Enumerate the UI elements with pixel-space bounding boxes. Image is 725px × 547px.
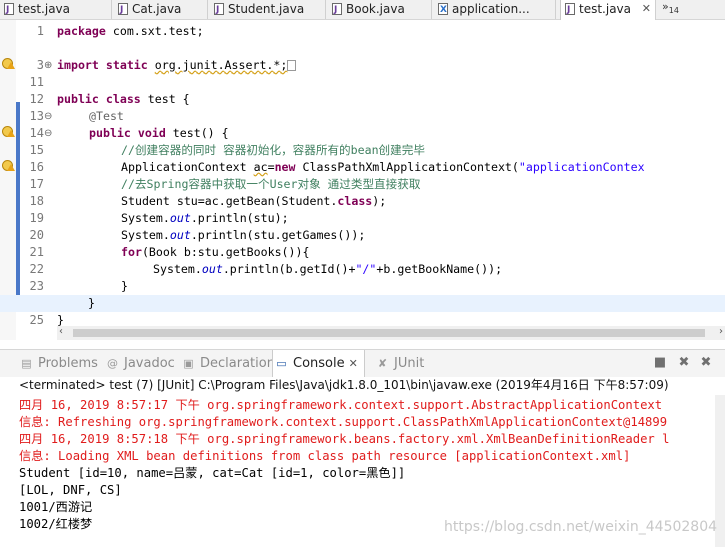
console-line: Student [id=10, name=吕蒙, cat=Cat [id=1, … — [19, 466, 406, 480]
expand-fold-icon[interactable]: ⊕ — [44, 57, 54, 74]
console-process-label: <terminated> test (7) [JUnit] C:\Program… — [19, 378, 669, 392]
junit-icon: ✘ — [377, 357, 388, 370]
code-line: for(Book b:stu.getBooks()){ — [121, 245, 310, 259]
java-file-icon — [4, 1, 14, 19]
javadoc-icon: @ — [107, 357, 118, 370]
code-line: package com.sxt.test; — [57, 24, 204, 38]
tab-book-java[interactable]: Book.java — [328, 0, 432, 19]
overflow-count: 14 — [668, 6, 679, 16]
tab-label: application... — [452, 2, 530, 16]
warning-icon — [2, 160, 15, 171]
editor-tab-bar: test.java Cat.java Student.java Book.jav… — [0, 0, 725, 20]
code-line: Student stu=ac.getBean(Student.class); — [121, 194, 387, 208]
tab-javadoc[interactable]: @ Javadoc — [104, 350, 175, 377]
line-number: 1 — [36, 24, 44, 38]
watermark: https://blog.csdn.net/weixin_44502804 — [444, 519, 718, 535]
tab-label: test.java — [18, 2, 71, 16]
current-code-line: } — [0, 295, 725, 312]
view-tab-bar: ▤ Problems @ Javadoc ▣ Declaration ▭ Console… — [0, 349, 725, 378]
code-line: ApplicationContext ac=new ClassPathXmlAp… — [121, 160, 645, 174]
tab-test-java-1[interactable]: test.java — [0, 0, 112, 19]
tab-declaration[interactable]: ▣ Declaration — [180, 350, 275, 377]
tab-cat-java[interactable]: Cat.java — [114, 0, 208, 19]
line-number: 20 — [29, 228, 44, 242]
code-line: System.out.println(stu.getGames()); — [121, 228, 366, 242]
tab-application-context[interactable]: application... — [434, 0, 556, 19]
chevron-double-right-icon: » — [662, 0, 669, 13]
code-line: public class test { — [57, 92, 190, 106]
code-editor[interactable]: 1 3 11 12 13 14 15 16 17 18 19 20 21 22 … — [0, 20, 725, 340]
line-number: 17 — [29, 177, 44, 191]
collapse-fold-icon[interactable]: ⊖ — [44, 125, 54, 142]
remove-all-launches-icon[interactable]: ✖ — [698, 355, 714, 371]
tab-label: Book.java — [346, 2, 405, 16]
annotation-ruler — [0, 20, 16, 340]
console-line: 信息: Loading XML bean definitions from cl… — [19, 449, 631, 463]
folded-code-box[interactable] — [287, 60, 297, 71]
line-number: 18 — [29, 194, 44, 208]
remove-launch-icon[interactable]: ✖ — [676, 355, 692, 371]
terminate-icon[interactable]: ■ — [652, 355, 668, 371]
code-line: System.out.println(b.getId()+"/"+b.getBo… — [153, 262, 503, 276]
tab-label: test.java — [579, 2, 632, 16]
line-number: 3 — [36, 58, 44, 72]
tab-student-java[interactable]: Student.java — [210, 0, 326, 19]
code-line: //去Spring容器中获取一个User对象 通过类型直接获取 — [121, 177, 421, 191]
console-icon: ▭ — [276, 357, 287, 370]
declaration-icon: ▣ — [183, 357, 194, 370]
tab-overflow-button[interactable]: »14 — [662, 0, 679, 15]
line-number: 12 — [29, 92, 44, 106]
line-number: 23 — [29, 279, 44, 293]
scroll-right-icon[interactable]: › — [719, 326, 723, 337]
code-line: @Test — [89, 109, 124, 123]
code-line: import static org.junit.Assert.*; — [57, 57, 297, 74]
console-line: 四月 16, 2019 8:57:17 下午 org.springframewo… — [19, 398, 663, 412]
problems-icon: ▤ — [21, 357, 32, 370]
line-number: 11 — [29, 75, 44, 89]
tab-label: Student.java — [228, 2, 305, 16]
tab-problems[interactable]: ▤ Problems — [18, 350, 98, 377]
line-number: 16 — [29, 160, 44, 174]
tab-test-java-active[interactable]: test.java ✕ — [560, 0, 656, 20]
scrollbar-thumb[interactable] — [73, 329, 705, 337]
editor-horizontal-scrollbar[interactable]: ‹ › — [57, 326, 725, 340]
line-number: 25 — [29, 313, 44, 327]
java-file-icon — [118, 1, 128, 19]
code-line: System.out.println(stu); — [121, 211, 289, 225]
line-number: 19 — [29, 211, 44, 225]
console-line: [LOL, DNF, CS] — [19, 483, 122, 497]
tab-console[interactable]: ▭ Console ✕ — [272, 350, 365, 377]
console-line: 1002/红楼梦 — [19, 517, 93, 531]
line-number: 15 — [29, 143, 44, 157]
close-icon[interactable]: ✕ — [349, 357, 358, 370]
warning-icon — [2, 126, 15, 137]
line-number: 13 — [29, 109, 44, 123]
warning-icon — [2, 58, 15, 69]
line-number: 21 — [29, 245, 44, 259]
scroll-left-icon[interactable]: ‹ — [59, 326, 63, 337]
java-file-icon — [332, 1, 342, 19]
java-file-icon — [214, 1, 224, 19]
code-line: } — [121, 279, 128, 293]
code-line: //创建容器的同时 容器初始化，容器所有的bean创建完毕 — [121, 143, 425, 157]
java-file-icon — [565, 1, 575, 19]
line-number: 22 — [29, 262, 44, 276]
console-line: 四月 16, 2019 8:57:18 下午 org.springframewo… — [19, 432, 670, 446]
line-number: 14 — [29, 126, 44, 140]
xml-file-icon — [438, 1, 448, 19]
console-line: 信息: Refreshing org.springframework.conte… — [19, 415, 668, 429]
console-line: 1001/西游记 — [19, 500, 93, 514]
tab-label: Cat.java — [132, 2, 182, 16]
close-icon[interactable]: ✕ — [642, 0, 651, 18]
tab-junit[interactable]: ✘ JUnit — [374, 350, 424, 377]
collapse-fold-icon[interactable]: ⊖ — [44, 108, 54, 125]
code-line: public void test() { — [89, 126, 229, 140]
